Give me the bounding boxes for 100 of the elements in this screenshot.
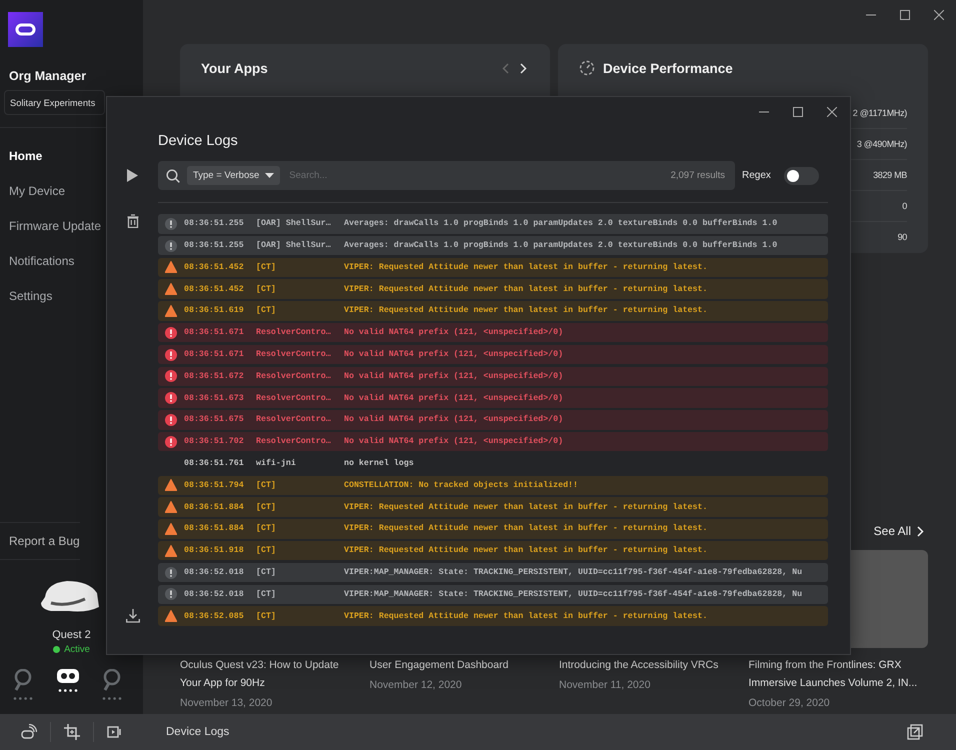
log-time: 08:36:52.018	[184, 590, 245, 599]
log-time: 08:36:51.761	[184, 459, 245, 468]
log-message: No valid NAT64 prefix (121, <unspecified>/0)	[344, 437, 564, 446]
result-count: 2,097 results	[670, 170, 725, 181]
close-icon[interactable]	[827, 107, 837, 117]
log-message: VIPER: Requested Attitude newer than latest in buffer - returning latest.	[344, 284, 708, 294]
log-time: 08:36:51.671	[184, 328, 245, 338]
article-date: October 29, 2020	[748, 696, 831, 711]
gauge-icon	[579, 60, 595, 76]
warning-icon	[165, 304, 177, 317]
log-tag: [CT]	[256, 524, 344, 534]
warning-icon	[165, 522, 177, 535]
log-message: VIPER: Requested Attitude newer than latest in buffer - returning latest.	[344, 524, 708, 534]
log-message: VIPER:MAP_MANAGER: State: TRACKING_PERSISTENT, UUID=cc11f795-f36f-454f-a1e8-79fedba62828, Nu	[344, 568, 802, 577]
article-title[interactable]: User Engagement Dashboard	[370, 656, 549, 674]
log-time: 08:36:51.918	[184, 546, 245, 556]
metric-value: 0	[902, 201, 907, 211]
crop-icon[interactable]	[64, 724, 80, 740]
log-message: CONSTELLATION: No tracked objects initialized!!	[344, 480, 578, 490]
org-dropdown[interactable]: Solitary Experiments	[4, 90, 105, 115]
log-tag: ResolverContro…	[256, 372, 344, 381]
log-message: VIPER:MAP_MANAGER: State: TRACKING_PERSISTENT, UUID=cc11f795-f36f-454f-a1e8-79fedba62828, Nu	[344, 590, 802, 599]
log-tag: [CT]	[256, 612, 344, 621]
type-filter-dropdown[interactable]: Type = Verbose	[187, 166, 280, 185]
external-window-icon[interactable]	[907, 724, 923, 740]
report-bug-link[interactable]: Report a Bug	[0, 523, 80, 559]
warning-icon	[165, 501, 177, 514]
battery-dots-icon	[58, 689, 78, 692]
headset-icon[interactable]	[56, 669, 78, 683]
log-message: VIPER: Requested Attitude newer than latest in buffer - returning latest.	[344, 612, 708, 621]
article-title[interactable]: Filming from the Frontlines: GRX Immersive Launches Volume 2, IN...	[748, 656, 928, 692]
nav-item[interactable]: My Device	[0, 173, 66, 208]
nav-item[interactable]: Home	[0, 138, 42, 173]
metric-value: 3 @490MHz)	[856, 139, 907, 149]
nav-item[interactable]: Firmware Update	[0, 208, 102, 243]
error-icon	[165, 370, 177, 382]
log-message: Averages: drawCalls 1.0 progBinds 1.0 paramUpdates 2.0 textureBinds 0.0 bufferBinds 1.0	[344, 219, 778, 228]
trash-icon[interactable]	[126, 214, 138, 228]
article-date: November 11, 2020	[559, 678, 652, 693]
log-tag: [CT]	[256, 502, 344, 512]
warning-icon	[165, 261, 177, 274]
log-tag: wifi-jni	[256, 459, 344, 468]
download-icon[interactable]	[126, 609, 140, 623]
log-tag: [CT]	[256, 546, 344, 556]
log-time: 08:36:51.884	[184, 502, 245, 512]
log-time: 08:36:51.255	[184, 219, 245, 228]
controller-icon[interactable]	[102, 669, 122, 691]
maximize-icon[interactable]	[900, 10, 910, 20]
article-title[interactable]: Introducing the Accessibility VRCs	[559, 656, 738, 674]
info-icon	[165, 218, 177, 230]
log-tag: [OAR] ShellSur…	[256, 241, 344, 250]
log-tag: ResolverContro…	[256, 328, 344, 338]
regex-label: Regex	[742, 170, 771, 181]
see-all-link[interactable]: See All	[874, 524, 911, 538]
regex-toggle[interactable]	[784, 166, 819, 184]
warning-icon	[165, 283, 177, 296]
log-time: 08:36:51.672	[184, 372, 245, 381]
maximize-icon[interactable]	[793, 107, 803, 117]
close-icon[interactable]	[934, 10, 944, 20]
chevron-right-icon[interactable]	[520, 62, 526, 74]
cast-icon[interactable]	[21, 724, 37, 740]
controller-icon[interactable]	[13, 669, 33, 691]
info-icon	[165, 566, 177, 578]
card-title: Your Apps	[201, 60, 269, 76]
log-tag: ResolverContro…	[256, 394, 344, 403]
nav-item[interactable]: Notifications	[0, 243, 74, 278]
nav-item[interactable]: Settings	[0, 278, 52, 313]
window-title: Device Logs	[158, 132, 239, 151]
chevron-right-icon[interactable]	[917, 526, 924, 536]
search-icon	[166, 168, 180, 182]
error-icon	[165, 436, 177, 448]
log-tag: ResolverContro…	[256, 350, 344, 360]
metric-value: 90	[898, 232, 907, 242]
log-time: 08:36:51.673	[184, 394, 245, 403]
log-tag: ResolverContro…	[256, 437, 344, 446]
video-icon[interactable]	[107, 725, 123, 739]
log-message: No valid NAT64 prefix (121, <unspecified>/0)	[344, 394, 564, 403]
error-icon	[165, 392, 177, 404]
log-tag: [CT]	[256, 590, 344, 599]
log-message: No valid NAT64 prefix (121, <unspecified>/0)	[344, 328, 564, 338]
info-icon	[165, 240, 177, 252]
log-time: 08:36:52.085	[184, 612, 245, 621]
warning-icon	[165, 479, 177, 492]
log-message: No valid NAT64 prefix (121, <unspecified>/0)	[344, 415, 564, 424]
article-date: November 12, 2020	[370, 678, 463, 693]
card-title: Device Performance	[603, 60, 734, 76]
log-time: 08:36:51.794	[184, 480, 245, 490]
article-title[interactable]: Oculus Quest v23: How to Update Your App for 90Hz	[180, 656, 360, 692]
log-time: 08:36:51.702	[184, 437, 245, 446]
caret-icon	[265, 173, 274, 178]
warning-icon	[165, 610, 177, 622]
warning-icon	[165, 544, 177, 557]
error-icon	[165, 326, 177, 339]
log-tag: [CT]	[256, 284, 344, 294]
log-tag: [CT]	[256, 480, 344, 490]
play-icon[interactable]	[127, 168, 138, 182]
log-tag: [CT]	[256, 306, 344, 316]
error-icon	[165, 348, 177, 361]
log-tag: [OAR] ShellSur…	[256, 219, 344, 228]
info-icon	[165, 588, 177, 600]
